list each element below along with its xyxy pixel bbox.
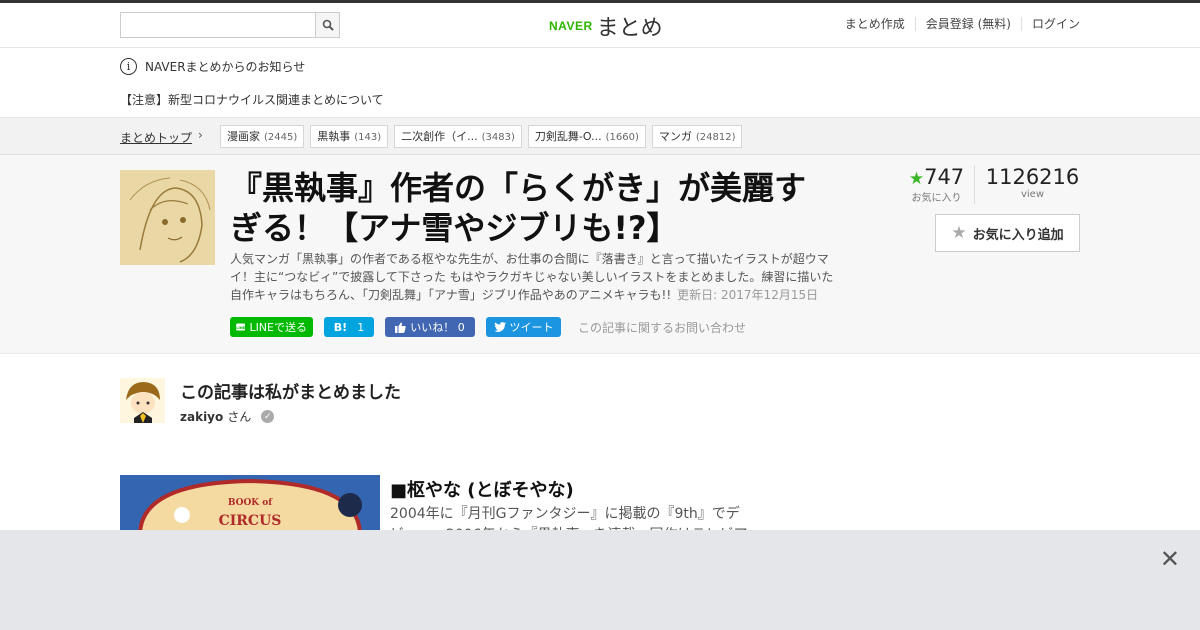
line-share-button[interactable]: LINE LINEで送る xyxy=(230,317,313,337)
share-buttons: LINE LINEで送る B! 1 いいね！ 0 ツイート この記事に関するお問… xyxy=(230,317,746,337)
circus-illustration: BOOK of CIRCUS xyxy=(120,475,380,535)
tag-list: 漫画家 (2445) 黒執事 (143) 二次創作（イ... (3483) 刀剣乱舞-… xyxy=(220,125,743,148)
hatena-count: 1 xyxy=(357,320,365,334)
article-title: 『黒執事』作者の「らくがき」が美麗すぎる！【アナ雪やジブリも!?】 xyxy=(230,169,807,247)
tag-item[interactable]: 刀剣乱舞-O... (1660) xyxy=(527,125,646,148)
tag-name: 二次創作（イ... xyxy=(401,130,478,143)
tag-count: (143) xyxy=(354,132,382,143)
twitter-bird-icon xyxy=(493,322,506,332)
nav-login-link[interactable]: ログイン xyxy=(1020,17,1080,31)
logo-service: まとめ xyxy=(596,16,663,41)
updated-date: 更新日: 2017年12月15日 xyxy=(677,288,819,302)
tag-name: 刀剣乱舞-O... xyxy=(534,130,602,143)
add-favorite-button[interactable]: ★ お気に入り追加 xyxy=(935,214,1080,252)
hatena-icon: B! xyxy=(333,320,348,334)
tag-count: (24812) xyxy=(695,132,736,143)
ad-banner: ✕ xyxy=(0,530,1200,630)
facebook-like-label: いいね！ 0 xyxy=(410,321,465,334)
verified-check-icon: ✓ xyxy=(261,410,275,423)
notice-title: NAVERまとめからのお知らせ xyxy=(145,60,306,74)
svg-text:BOOK of: BOOK of xyxy=(228,498,273,508)
avatar[interactable] xyxy=(120,378,165,423)
star-icon: ★ xyxy=(951,223,967,243)
favorite-label: お気に入り xyxy=(911,193,962,204)
line-share-label: LINEで送る xyxy=(249,321,307,334)
tag-item[interactable]: マンガ (24812) xyxy=(651,125,743,148)
star-icon: ★ xyxy=(908,169,925,189)
tag-count: (3483) xyxy=(481,132,515,143)
favorite-count: 747 xyxy=(924,165,965,189)
facebook-like-button[interactable]: いいね！ 0 xyxy=(385,317,475,337)
search-input[interactable] xyxy=(120,12,315,38)
tag-item[interactable]: 漫画家 (2445) xyxy=(220,125,305,148)
article-header: 『黒執事』作者の「らくがき」が美麗すぎる！【アナ雪やジブリも!?】 人気マンガ「… xyxy=(0,155,1200,354)
tag-item[interactable]: 二次創作（イ... (3483) xyxy=(394,125,522,148)
author-section: この記事は私がまとめました zakiyo さん ✓ xyxy=(0,354,1200,444)
tweet-button[interactable]: ツイート xyxy=(486,317,561,337)
contact-link[interactable]: この記事に関するお問い合わせ xyxy=(578,319,746,336)
tag-name: 黒執事 xyxy=(317,130,351,143)
site-header: NAVER まとめ まとめ作成 会員登録 (無料) ログイン xyxy=(0,3,1200,48)
svg-text:CIRCUS: CIRCUS xyxy=(219,513,282,529)
article-thumbnail[interactable] xyxy=(120,170,215,265)
notice-link[interactable]: 【注意】新型コロナウイルス関連まとめについて xyxy=(120,91,384,108)
breadcrumb-home-link[interactable]: まとめトップ xyxy=(120,129,192,146)
logo-brand: NAVER xyxy=(549,19,593,33)
notice-header: i NAVERまとめからのお知らせ xyxy=(120,58,305,75)
author-username: zakiyo xyxy=(180,409,224,424)
sketch-illustration xyxy=(120,170,215,265)
view-label: view xyxy=(1020,189,1045,200)
favorite-stat: ★747 お気に入り xyxy=(905,165,975,204)
notice-area: i NAVERまとめからのお知らせ 【注意】新型コロナウイルス関連まとめについて xyxy=(0,48,1200,118)
search-icon xyxy=(322,19,334,31)
breadcrumb: まとめトップ › 漫画家 (2445) 黒執事 (143) 二次創作（イ... (34… xyxy=(0,118,1200,155)
nav-create-link[interactable]: まとめ作成 xyxy=(835,17,915,31)
article-description: 人気マンガ「黒執事」の作者である枢やな先生が、お仕事の合間に『落書き』と言って描… xyxy=(230,250,845,304)
close-icon[interactable]: ✕ xyxy=(1160,547,1180,571)
author-heading: この記事は私がまとめました xyxy=(180,383,401,403)
site-logo[interactable]: NAVER まとめ xyxy=(549,10,663,42)
thumbs-up-icon xyxy=(395,322,406,333)
item-title: ■枢やな (とぼそやな) xyxy=(390,480,574,501)
tag-item[interactable]: 黒執事 (143) xyxy=(310,125,389,148)
view-count: 1126216 xyxy=(985,165,1080,189)
article-stats: ★747 お気に入り 1126216 view xyxy=(905,165,1080,204)
tag-count: (2445) xyxy=(264,132,298,143)
tag-name: マンガ xyxy=(658,130,692,143)
search-box xyxy=(120,12,340,38)
view-stat: 1126216 view xyxy=(975,165,1080,204)
header-nav: まとめ作成 会員登録 (無料) ログイン xyxy=(835,17,1080,31)
tweet-label: ツイート xyxy=(509,321,554,334)
item-image[interactable]: BOOK of CIRCUS xyxy=(120,475,380,535)
nav-register-link[interactable]: 会員登録 (無料) xyxy=(914,17,1021,31)
add-favorite-label: お気に入り追加 xyxy=(972,227,1064,243)
author-suffix: さん xyxy=(227,410,252,424)
tag-count: (1660) xyxy=(605,132,639,143)
svg-text:LINE: LINE xyxy=(236,326,245,330)
line-icon: LINE xyxy=(236,323,246,331)
hatena-bookmark-button[interactable]: B! 1 xyxy=(324,317,374,337)
chevron-right-icon: › xyxy=(198,128,203,142)
author-name[interactable]: zakiyo さん ✓ xyxy=(180,408,275,425)
info-icon: i xyxy=(120,58,137,75)
tag-name: 漫画家 xyxy=(227,130,260,143)
avatar-illustration xyxy=(120,378,165,423)
search-button[interactable] xyxy=(315,12,340,38)
